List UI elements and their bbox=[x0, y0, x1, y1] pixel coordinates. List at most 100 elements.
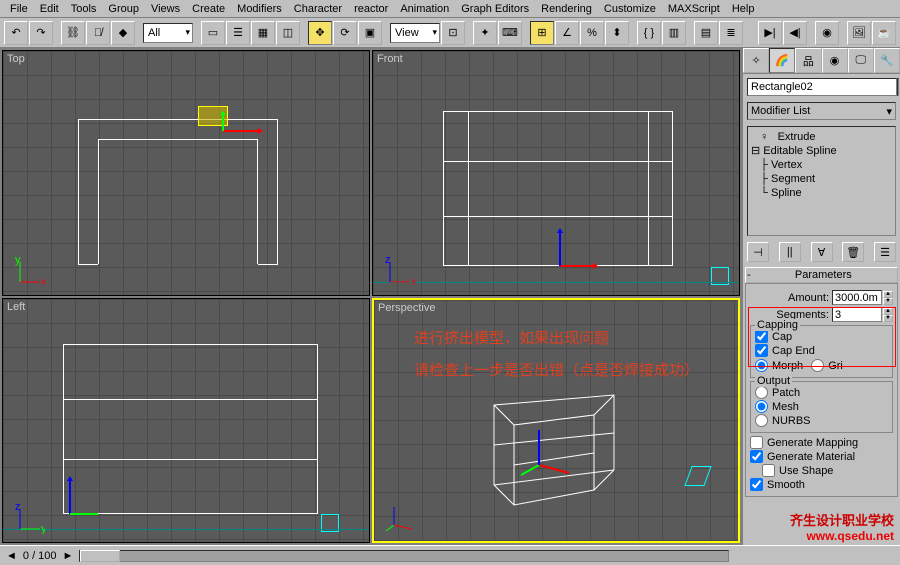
amount-label: Amount: bbox=[788, 292, 829, 304]
amount-input[interactable] bbox=[832, 290, 882, 305]
quick-render-button[interactable]: ☕ bbox=[872, 21, 896, 45]
time-slider-thumb[interactable] bbox=[80, 550, 120, 562]
smooth-check[interactable] bbox=[750, 478, 763, 491]
bind-button[interactable]: ◆ bbox=[111, 21, 135, 45]
menu-views[interactable]: Views bbox=[145, 3, 186, 15]
gen-material-check[interactable] bbox=[750, 450, 763, 463]
workspace: Top xy Front bbox=[0, 48, 900, 545]
axis-icon: xz bbox=[385, 257, 415, 287]
watermark: 齐生设计职业学校 www.qsedu.net bbox=[790, 510, 894, 543]
use-shape-check[interactable] bbox=[762, 464, 775, 477]
menu-rendering[interactable]: Rendering bbox=[535, 3, 598, 15]
amount-up[interactable]: ▲ bbox=[883, 291, 893, 298]
angle-snap-button[interactable]: ∠ bbox=[555, 21, 579, 45]
menu-character[interactable]: Character bbox=[288, 3, 348, 15]
mesh-radio[interactable] bbox=[755, 400, 768, 413]
configure-button[interactable]: ☰ bbox=[874, 242, 896, 262]
show-result-button[interactable]: || bbox=[779, 242, 801, 262]
modifier-stack[interactable]: ♀ Extrude ⊟ Editable Spline ├ Vertex ├ S… bbox=[747, 126, 896, 236]
menu-edit[interactable]: Edit bbox=[34, 3, 65, 15]
unlink-button[interactable]: ⛓̸ bbox=[86, 21, 110, 45]
manipulate-button[interactable]: ✦ bbox=[473, 21, 497, 45]
nurbs-radio[interactable] bbox=[755, 414, 768, 427]
align-button[interactable]: ▤ bbox=[694, 21, 718, 45]
pivot-button[interactable]: ⊡ bbox=[441, 21, 465, 45]
percent-snap-button[interactable]: % bbox=[580, 21, 604, 45]
menu-create[interactable]: Create bbox=[186, 3, 231, 15]
make-unique-button[interactable]: ∀ bbox=[811, 242, 833, 262]
refcoord-combo[interactable]: View bbox=[390, 23, 440, 43]
segments-down[interactable]: ▼ bbox=[883, 315, 893, 322]
playback-prev-button[interactable]: ◄ bbox=[6, 550, 17, 562]
segments-up[interactable]: ▲ bbox=[883, 308, 893, 315]
object-name-row bbox=[747, 78, 896, 96]
stack-editable-spline[interactable]: ⊟ Editable Spline bbox=[751, 144, 892, 158]
remove-mod-button[interactable]: 🗑 bbox=[842, 242, 864, 262]
menu-reactor[interactable]: reactor bbox=[348, 3, 394, 15]
selection-set-combo[interactable]: All bbox=[143, 23, 193, 43]
link-button[interactable]: ⛓ bbox=[61, 21, 85, 45]
snap-button[interactable]: ⊞ bbox=[530, 21, 554, 45]
tab-display[interactable]: 🖵 bbox=[848, 48, 874, 73]
modifier-list-combo[interactable]: Modifier List bbox=[747, 102, 896, 120]
move-gizmo-icon bbox=[58, 474, 108, 524]
amount-down[interactable]: ▼ bbox=[883, 298, 893, 305]
time-slider[interactable] bbox=[79, 550, 729, 562]
move-gizmo-icon bbox=[213, 111, 263, 151]
menu-customize[interactable]: Customize bbox=[598, 3, 662, 15]
object-color-swatch[interactable] bbox=[897, 78, 899, 96]
stack-spline[interactable]: └ Spline bbox=[751, 186, 892, 200]
tab-motion[interactable]: ◉ bbox=[822, 48, 848, 73]
viewport-perspective[interactable]: Perspective 进行挤出模型，如果出现问题 bbox=[372, 298, 740, 544]
menu-modifiers[interactable]: Modifiers bbox=[231, 3, 288, 15]
tab-modify[interactable]: 🌈 bbox=[769, 48, 795, 73]
morph-radio[interactable] bbox=[755, 359, 768, 372]
stack-segment[interactable]: ├ Segment bbox=[751, 172, 892, 186]
patch-radio[interactable] bbox=[755, 386, 768, 399]
undo-button[interactable]: ↶ bbox=[4, 21, 28, 45]
named-sets-button[interactable]: { } bbox=[637, 21, 661, 45]
viewport-top[interactable]: Top xy bbox=[2, 50, 370, 296]
menu-file[interactable]: File bbox=[4, 3, 34, 15]
gen-mapping-check[interactable] bbox=[750, 436, 763, 449]
tab-create[interactable]: ✧ bbox=[743, 48, 769, 73]
mirror-button[interactable]: ▥ bbox=[662, 21, 686, 45]
pin-stack-button[interactable]: ⊣ bbox=[747, 242, 769, 262]
playback-next-button[interactable]: ► bbox=[63, 550, 74, 562]
stack-extrude[interactable]: ♀ Extrude bbox=[751, 130, 892, 144]
viewport-front[interactable]: Front xz bbox=[372, 50, 740, 296]
layers-button[interactable]: ≣ bbox=[719, 21, 743, 45]
menu-help[interactable]: Help bbox=[726, 3, 761, 15]
menu-grapheditors[interactable]: Graph Editors bbox=[455, 3, 535, 15]
schematic-button[interactable]: ◀| bbox=[783, 21, 807, 45]
material-button[interactable]: ◉ bbox=[815, 21, 839, 45]
spinner-snap-button[interactable]: ⬍ bbox=[605, 21, 629, 45]
object-name-input[interactable] bbox=[747, 78, 897, 96]
render-scene-button[interactable]: 🖼 bbox=[847, 21, 871, 45]
scale-button[interactable]: ▣ bbox=[358, 21, 382, 45]
menu-group[interactable]: Group bbox=[102, 3, 145, 15]
tab-utilities[interactable]: 🔧 bbox=[874, 48, 900, 73]
menu-animation[interactable]: Animation bbox=[394, 3, 455, 15]
window-crossing-button[interactable]: ◫ bbox=[276, 21, 300, 45]
status-bar: ◄ 0 / 100 ► bbox=[0, 545, 900, 565]
menu-maxscript[interactable]: MAXScript bbox=[662, 3, 726, 15]
grid-radio[interactable] bbox=[811, 359, 824, 372]
redo-button[interactable]: ↷ bbox=[29, 21, 53, 45]
svg-text:y: y bbox=[41, 523, 45, 534]
parameters-header[interactable]: -Parameters bbox=[745, 267, 898, 283]
cap-end-check[interactable] bbox=[755, 344, 768, 357]
cap-start-check[interactable] bbox=[755, 330, 768, 343]
tab-hierarchy[interactable]: 品 bbox=[795, 48, 821, 73]
segments-input[interactable] bbox=[832, 307, 882, 322]
stack-vertex[interactable]: ├ Vertex bbox=[751, 158, 892, 172]
rotate-button[interactable]: ⟳ bbox=[333, 21, 357, 45]
move-button[interactable]: ✥ bbox=[308, 21, 332, 45]
curve-editor-button[interactable]: ▶| bbox=[758, 21, 782, 45]
select-button[interactable]: ▭ bbox=[201, 21, 225, 45]
keyboard-button[interactable]: ⌨ bbox=[498, 21, 522, 45]
viewport-left[interactable]: Left yz bbox=[2, 298, 370, 544]
select-region-button[interactable]: ▦ bbox=[251, 21, 275, 45]
select-name-button[interactable]: ☰ bbox=[226, 21, 250, 45]
menu-tools[interactable]: Tools bbox=[65, 3, 103, 15]
